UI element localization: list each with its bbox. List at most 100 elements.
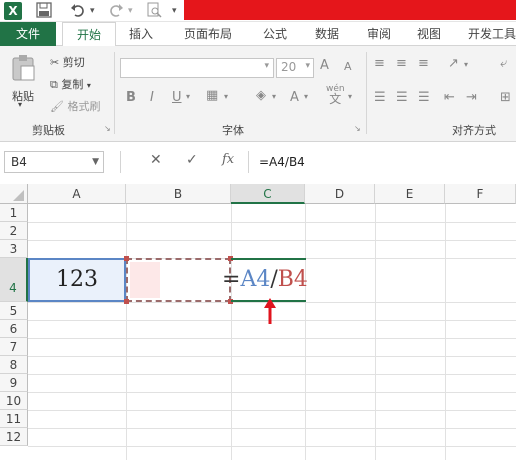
- font-color-dropdown-icon[interactable]: ▾: [304, 92, 308, 101]
- border-dropdown-icon[interactable]: ▾: [224, 92, 228, 101]
- worksheet-grid[interactable]: A B C D E F 1 2 3 4 5 6 7 8 9 10 11 12 1…: [0, 184, 516, 460]
- redaction-bar: [184, 0, 516, 20]
- fill-color-dropdown-icon[interactable]: ▾: [272, 92, 276, 101]
- name-box[interactable]: B4 ▼: [4, 151, 104, 173]
- align-middle-icon[interactable]: ≡: [396, 56, 407, 71]
- redo-icon[interactable]: [108, 2, 124, 20]
- row-header-11[interactable]: 11: [0, 410, 28, 428]
- copy-label: 复制: [61, 78, 84, 91]
- group-separator: [114, 52, 115, 134]
- gridline: [126, 204, 127, 460]
- tab-developer[interactable]: 开发工具: [462, 22, 516, 46]
- undo-icon[interactable]: [70, 2, 86, 20]
- row-header-2[interactable]: 2: [0, 222, 28, 240]
- row-header-9[interactable]: 9: [0, 374, 28, 392]
- underline-dropdown-icon[interactable]: ▾: [186, 92, 190, 101]
- underline-button[interactable]: U: [172, 90, 182, 105]
- bold-button[interactable]: B: [126, 90, 136, 105]
- format-painter-button[interactable]: 🖌 格式刷: [50, 98, 100, 114]
- formula-input[interactable]: =A4/B4: [248, 151, 516, 173]
- increase-indent-icon[interactable]: ⇥: [466, 90, 477, 105]
- customize-toolbar-icon[interactable]: ▾: [172, 2, 177, 20]
- font-size-combo[interactable]: 20 ▾: [276, 58, 314, 78]
- tab-view[interactable]: 视图: [406, 22, 452, 46]
- tab-page-layout[interactable]: 页面布局: [170, 22, 246, 46]
- font-name-combo[interactable]: ▾: [120, 58, 274, 78]
- font-size-dropdown-icon: ▾: [305, 61, 310, 71]
- redo-dropdown-icon[interactable]: ▾: [128, 2, 133, 20]
- paste-button[interactable]: 粘贴 ▾: [8, 54, 40, 109]
- tab-data[interactable]: 数据: [304, 22, 350, 46]
- gridline: [28, 338, 516, 339]
- tab-file[interactable]: 文件: [0, 22, 56, 46]
- tab-formulas[interactable]: 公式: [252, 22, 298, 46]
- orientation-dropdown-icon[interactable]: ▾: [464, 60, 468, 69]
- gridline: [375, 204, 376, 460]
- column-header-f[interactable]: F: [445, 184, 516, 204]
- align-left-icon[interactable]: ☰: [374, 90, 386, 105]
- column-header-c[interactable]: C: [231, 184, 305, 204]
- cell-a4[interactable]: 123: [28, 258, 126, 302]
- quick-access-toolbar: X ▾ ▾ ▾: [0, 0, 516, 22]
- align-center-icon[interactable]: ☰: [396, 90, 408, 105]
- phonetic-guide-icon[interactable]: wén 文: [326, 84, 345, 105]
- red-arrow-icon: [264, 298, 276, 324]
- phonetic-dropdown-icon[interactable]: ▾: [348, 92, 352, 101]
- cut-button[interactable]: ✂ 剪切: [50, 54, 85, 70]
- print-preview-icon[interactable]: [146, 2, 162, 20]
- align-right-icon[interactable]: ☰: [418, 90, 430, 105]
- column-header-b[interactable]: B: [126, 184, 231, 204]
- row-header-3[interactable]: 3: [0, 240, 28, 258]
- italic-button[interactable]: I: [150, 90, 154, 105]
- tab-review[interactable]: 审阅: [356, 22, 402, 46]
- insert-function-icon[interactable]: fx: [222, 152, 234, 167]
- ribbon-tabs: 文件 开始 插入 页面布局 公式 数据 审阅 视图 开发工具: [0, 22, 516, 47]
- tab-insert[interactable]: 插入: [118, 22, 164, 46]
- name-box-dropdown-icon[interactable]: ▼: [92, 152, 99, 172]
- cancel-icon[interactable]: ✕: [150, 152, 162, 168]
- enter-icon[interactable]: ✓: [186, 152, 198, 168]
- font-group-label: 字体: [222, 124, 244, 137]
- decrease-font-icon[interactable]: A: [344, 60, 352, 73]
- gridline: [305, 204, 306, 460]
- increase-font-icon[interactable]: A: [320, 58, 329, 73]
- group-separator: [366, 52, 367, 134]
- row-header-8[interactable]: 8: [0, 356, 28, 374]
- handle-top-left[interactable]: [124, 256, 129, 261]
- row-header-12[interactable]: 12: [0, 428, 28, 446]
- tab-home[interactable]: 开始: [62, 22, 116, 47]
- column-header-e[interactable]: E: [375, 184, 445, 204]
- font-launcher-icon[interactable]: ↘: [354, 124, 361, 133]
- formula-ref-b4: B4: [277, 267, 308, 292]
- align-top-icon[interactable]: ≡: [374, 56, 385, 71]
- font-size-value: 20: [281, 60, 297, 74]
- fill-color-icon[interactable]: ◈: [256, 88, 266, 103]
- column-header-a[interactable]: A: [28, 184, 126, 204]
- font-name-dropdown-icon: ▾: [264, 61, 269, 71]
- row-header-4[interactable]: 4: [0, 258, 28, 302]
- paste-dropdown-icon: ▾: [18, 100, 23, 109]
- font-color-icon[interactable]: A: [290, 90, 299, 105]
- row-header-6[interactable]: 6: [0, 320, 28, 338]
- gridline: [28, 428, 516, 429]
- cell-b4[interactable]: [124, 256, 233, 304]
- row-header-5[interactable]: 5: [0, 302, 28, 320]
- align-bottom-icon[interactable]: ≡: [418, 56, 429, 71]
- cell-c4-formula[interactable]: =A4/B4: [222, 266, 308, 294]
- merge-center-icon[interactable]: ⊞: [500, 90, 511, 105]
- save-icon[interactable]: [36, 2, 52, 20]
- handle-bottom-left[interactable]: [124, 299, 129, 304]
- column-header-d[interactable]: D: [305, 184, 375, 204]
- row-header-7[interactable]: 7: [0, 338, 28, 356]
- wrap-text-icon[interactable]: ⤶: [500, 56, 507, 71]
- orientation-icon[interactable]: ↗: [448, 56, 459, 71]
- gridline: [28, 446, 516, 447]
- row-header-1[interactable]: 1: [0, 204, 28, 222]
- select-all-button[interactable]: [0, 184, 28, 204]
- decrease-indent-icon[interactable]: ⇤: [444, 90, 455, 105]
- clipboard-launcher-icon[interactable]: ↘: [104, 124, 111, 133]
- row-header-10[interactable]: 10: [0, 392, 28, 410]
- undo-dropdown-icon[interactable]: ▾: [90, 2, 95, 20]
- border-icon[interactable]: ▦: [206, 88, 218, 103]
- copy-button[interactable]: ⧉ 复制 ▾: [50, 76, 91, 92]
